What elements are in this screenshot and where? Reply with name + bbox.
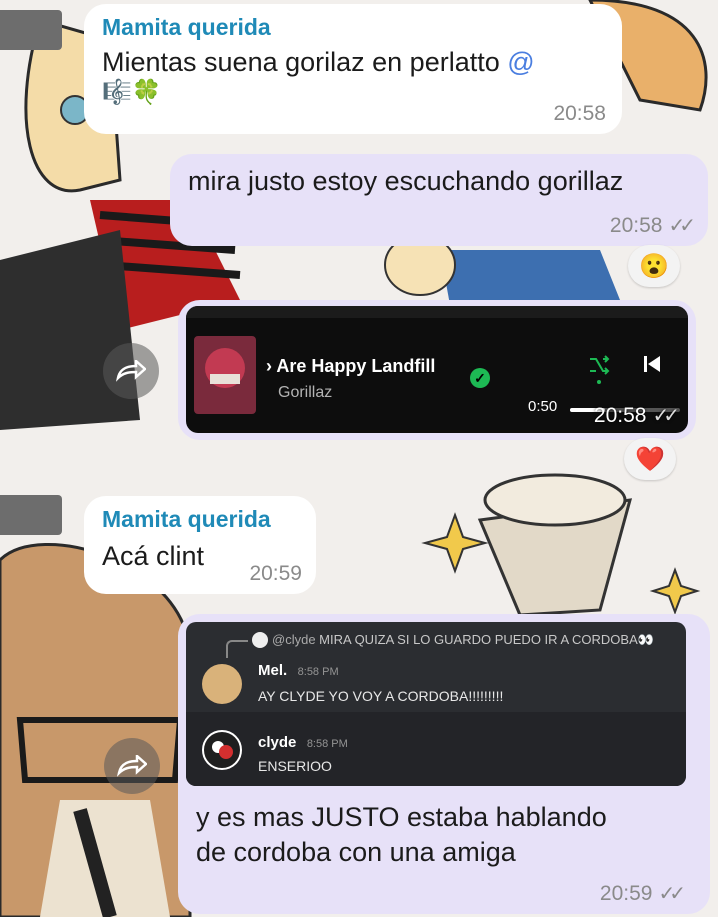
reply-avatar [252, 632, 268, 648]
message-time: 20:59 [599, 881, 653, 905]
sender-name[interactable]: Mamita querida [102, 506, 298, 533]
outgoing-media-message[interactable]: › Are Happy Landfill Gorillaz ✓ 0:50 20:… [178, 300, 696, 440]
surprised-emoji: 😮 [639, 252, 669, 280]
reply-line [226, 640, 248, 658]
album-art [194, 336, 256, 414]
incoming-message[interactable]: Mamita querida Mientas suena gorilaz en … [84, 4, 622, 134]
discord-avatar-mel [202, 664, 242, 704]
top-strip [186, 306, 688, 318]
reply-text: MIRA QUIZA SI LO GUARDO PUEDO IR A CORDO… [319, 632, 654, 647]
discord-message: ENSERIOO [258, 758, 332, 774]
discord-message: AY CLYDE YO VOY A CORDOBA!!!!!!!!! [258, 688, 504, 704]
music-note-icon: 🎼 [102, 79, 132, 106]
reply-author: @clyde [272, 632, 316, 647]
message-text: mira justo estoy escuchando gorillaz [188, 166, 624, 196]
contact-avatar-corner[interactable] [0, 10, 62, 50]
reaction-badge[interactable]: 😮 [628, 245, 680, 287]
double-check-icon: ✓✓ [658, 883, 685, 905]
forward-arrow-icon[interactable] [104, 738, 160, 794]
reply-preview: @clyde MIRA QUIZA SI LO GUARDO PUEDO IR … [272, 632, 654, 648]
forward-arrow-icon[interactable] [103, 343, 159, 399]
message-time: 20:59 [249, 562, 302, 585]
sender-name[interactable]: Mamita querida [102, 14, 604, 41]
double-check-icon: ✓✓ [668, 215, 695, 237]
artist-name: Gorillaz [278, 384, 333, 401]
discord-timestamp: 8:58 PM [306, 738, 348, 750]
contact-avatar-corner[interactable] [0, 495, 62, 535]
outgoing-message[interactable]: @clyde MIRA QUIZA SI LO GUARDO PUEDO IR … [178, 614, 710, 914]
message-time: 20:58 [609, 213, 663, 237]
discord-screenshot[interactable]: @clyde MIRA QUIZA SI LO GUARDO PUEDO IR … [186, 622, 686, 786]
incoming-message[interactable]: Mamita querida Acá clint 20:59 [84, 496, 316, 594]
message-text: Mientas suena gorilaz en perlatto [102, 47, 500, 77]
emoji-line: 🎼🍀 [102, 78, 604, 107]
shuffle-icon[interactable] [588, 354, 610, 376]
discord-timestamp: 8:58 PM [297, 666, 339, 678]
track-title: › Are Happy Landfill [266, 356, 436, 376]
message-time: 20:58 [553, 102, 606, 125]
clover-icon: 🍀 [131, 79, 162, 106]
discord-username: Mel. [258, 662, 288, 679]
discord-avatar-clyde [202, 730, 242, 770]
discord-username: clyde [258, 734, 297, 751]
shuffle-active-dot [597, 380, 601, 384]
reaction-badge[interactable]: ❤️ [624, 438, 676, 480]
message-text-line-1: y es mas JUSTO estaba hablando [196, 802, 607, 832]
mention[interactable]: @ [507, 47, 534, 77]
message-time: 20:58 [593, 403, 647, 427]
elapsed-time: 0:50 [528, 398, 558, 415]
check-circle-icon: ✓ [470, 368, 490, 388]
heart-emoji: ❤️ [635, 445, 665, 473]
message-text-line-2: de cordoba con una amiga [196, 837, 516, 867]
skip-previous-icon[interactable] [642, 354, 662, 374]
double-check-icon: ✓✓ [652, 405, 679, 427]
outgoing-message[interactable]: mira justo estoy escuchando gorillaz 20:… [170, 154, 708, 246]
